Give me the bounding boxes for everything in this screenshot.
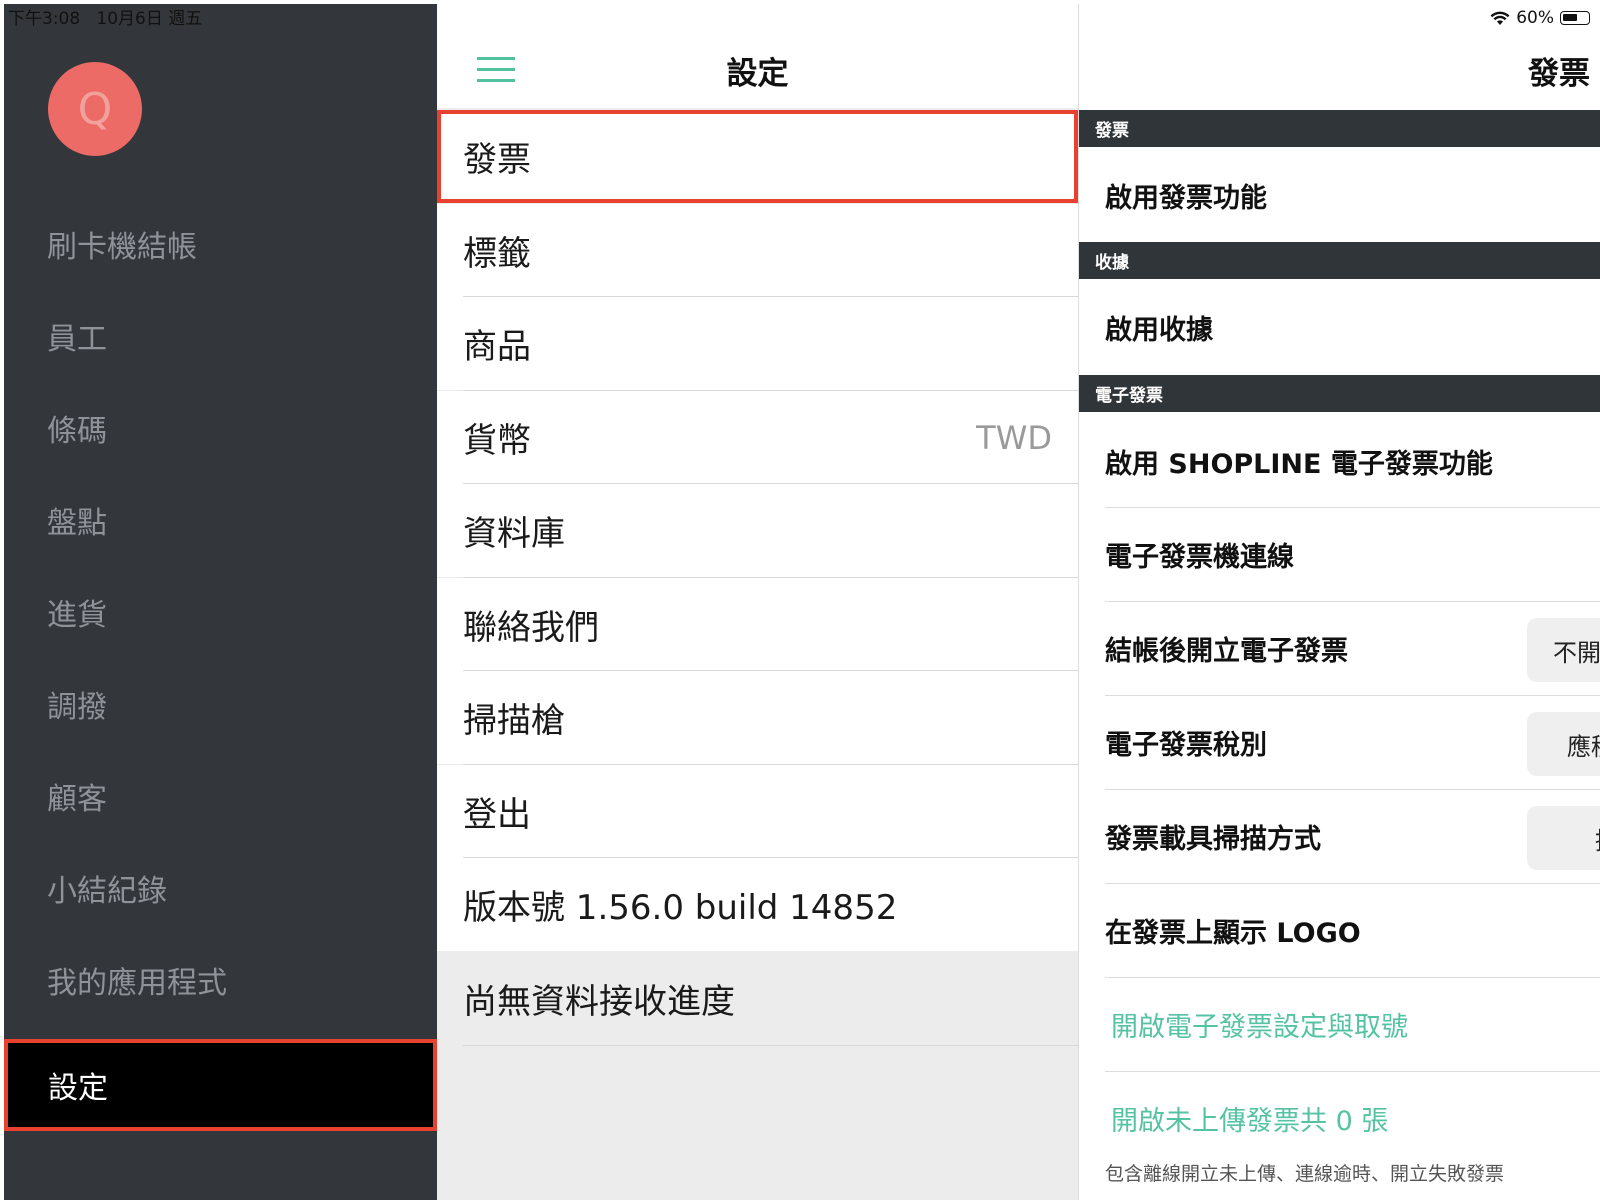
section-header-invoice: 發票 — [1079, 110, 1600, 147]
sync-progress-status: 尚無資料接收進度 — [437, 952, 1078, 1045]
settings-item-database[interactable]: 資料庫 — [437, 484, 1078, 577]
sidebar-item-staff[interactable]: 員工 — [4, 290, 437, 382]
wifi-icon — [1490, 11, 1510, 25]
status-date: 10月6日 週五 — [96, 9, 203, 29]
battery-percent: 60% — [1516, 8, 1554, 28]
section-header-e-invoice: 電子發票 — [1079, 375, 1600, 412]
sidebar-item-barcode[interactable]: 條碼 — [4, 382, 437, 474]
sidebar-item-settings[interactable]: 設定 — [4, 1039, 437, 1131]
sidebar-item-purchase[interactable]: 進貨 — [4, 566, 437, 658]
sidebar-item-transfer[interactable]: 調撥 — [4, 658, 437, 750]
issue-after-checkout-select[interactable]: 不開 — [1527, 618, 1600, 682]
section-header-receipt: 收據 — [1079, 242, 1600, 279]
settings-item-scanner[interactable]: 掃描槍 — [437, 671, 1078, 764]
open-pending-invoices-link[interactable]: 開啟未上傳發票共 0 張 — [1079, 1072, 1600, 1164]
sidebar: Q 刷卡機結帳 員工 條碼 盤點 進貨 調撥 顧客 小結紀錄 我的應用程式 設定 — [4, 4, 437, 1200]
sidebar-item-customers[interactable]: 顧客 — [4, 750, 437, 842]
settings-item-logout[interactable]: 登出 — [437, 765, 1078, 858]
invoice-title: 發票 — [1528, 56, 1590, 92]
tax-type-row: 電子發票稅別 — [1105, 729, 1267, 761]
open-e-invoice-settings-link[interactable]: 開啟電子發票設定與取號 — [1079, 978, 1600, 1070]
divider — [463, 1045, 1078, 1046]
sidebar-item-my-apps[interactable]: 我的應用程式 — [4, 934, 437, 1026]
issue-after-checkout-row: 結帳後開立電子發票 — [1105, 635, 1348, 667]
enable-shopline-e-invoice-row[interactable]: 啟用 SHOPLINE 電子發票功能 — [1079, 415, 1600, 507]
currency-value: TWD — [976, 418, 1052, 457]
enable-receipt-row[interactable]: 啟用收據 — [1079, 281, 1600, 373]
settings-item-products[interactable]: 商品 — [437, 297, 1078, 390]
avatar-letter: Q — [77, 83, 113, 135]
settings-header: 設定 — [437, 4, 1078, 108]
sidebar-item-stocktake[interactable]: 盤點 — [4, 474, 437, 566]
settings-item-currency[interactable]: 貨幣 TWD — [437, 391, 1078, 484]
invoice-panel: 60% 發票 發票 啟用發票功能 收據 啟用收據 電子發票 啟用 SHOPLIN… — [1079, 4, 1600, 1200]
e-invoice-printer-connection-row[interactable]: 電子發票機連線 — [1079, 508, 1600, 600]
settings-panel: 設定 發票 標籤 商品 貨幣 TWD 資料庫 聯絡我們 掃描槍 登出 版本號 1… — [437, 4, 1079, 1200]
carrier-scan-select[interactable]: 掃 — [1527, 806, 1600, 870]
carrier-scan-row: 發票載具掃描方式 — [1105, 823, 1321, 855]
app-window: Q 刷卡機結帳 員工 條碼 盤點 進貨 調撥 顧客 小結紀錄 我的應用程式 設定… — [0, 0, 1600, 1200]
show-logo-row[interactable]: 在發票上顯示 LOGO — [1079, 884, 1600, 976]
sidebar-item-card-checkout[interactable]: 刷卡機結帳 — [4, 198, 437, 290]
settings-item-invoice[interactable]: 發票 — [437, 110, 1078, 203]
settings-item-labels[interactable]: 標籤 — [437, 204, 1078, 297]
pending-invoices-note: 包含離線開立未上傳、連線逾時、開立失敗發票 — [1105, 1163, 1505, 1185]
enable-invoice-row[interactable]: 啟用發票功能 — [1079, 149, 1600, 241]
status-bar-right: 60% — [1490, 8, 1590, 28]
status-time: 下午3:08 — [8, 9, 81, 29]
page-title: 設定 — [726, 56, 789, 92]
avatar[interactable]: Q — [48, 62, 142, 156]
status-bar-left: 下午3:08 10月6日 週五 — [8, 4, 202, 29]
battery-icon — [1560, 11, 1590, 25]
sidebar-item-shift-records[interactable]: 小結紀錄 — [4, 842, 437, 934]
settings-item-version: 版本號 1.56.0 build 14852 — [437, 858, 1078, 951]
tax-type-select[interactable]: 應稅 — [1527, 712, 1600, 776]
settings-item-contact-us[interactable]: 聯絡我們 — [437, 578, 1078, 671]
